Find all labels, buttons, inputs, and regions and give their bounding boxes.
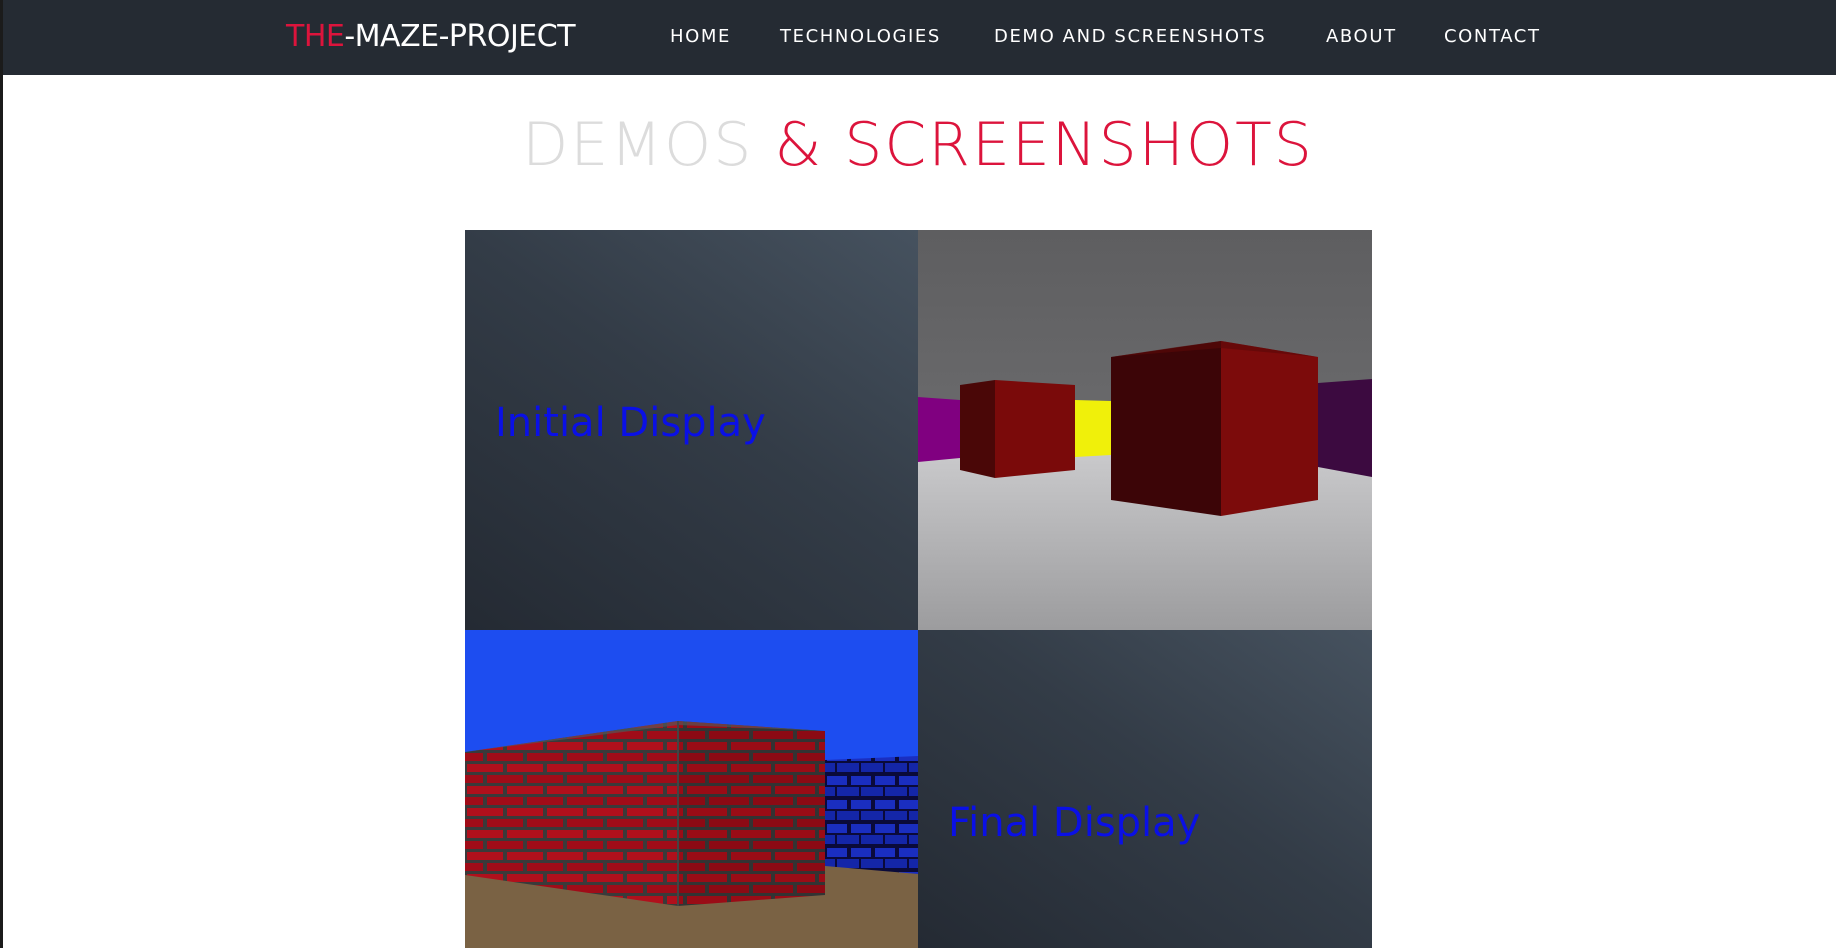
page-title-muted: DEMOS — [522, 110, 754, 180]
final-display-label: Final Display — [948, 800, 1201, 846]
final-display-tile[interactable]: Final Display — [918, 630, 1372, 948]
initial-display-tile[interactable]: Initial Display — [465, 230, 918, 630]
brick-maze-scene-image — [465, 630, 918, 948]
nav-link-demo-and-screenshots[interactable]: DEMO AND SCREENSHOTS — [994, 24, 1266, 50]
navbar: THE-MAZE-PROJECT HOME TECHNOLOGIES DEMO … — [3, 0, 1836, 75]
nav-link-technologies[interactable]: TECHNOLOGIES — [780, 24, 941, 50]
nav-link-contact[interactable]: CONTACT — [1444, 24, 1541, 50]
nav-link-about[interactable]: ABOUT — [1326, 24, 1397, 50]
screenshot-brick-maze[interactable] — [465, 630, 918, 948]
page-title: DEMOS & SCREENSHOTS — [0, 105, 1836, 185]
page-title-accent: & SCREENSHOTS — [774, 110, 1314, 180]
nav-link-home[interactable]: HOME — [670, 24, 731, 50]
logo-prefix: THE — [286, 19, 345, 54]
site-logo[interactable]: THE-MAZE-PROJECT — [286, 18, 576, 56]
initial-display-label: Initial Display — [495, 400, 766, 446]
cubes-scene-image — [918, 230, 1372, 630]
logo-suffix: -MAZE-PROJECT — [344, 19, 576, 54]
screenshot-cubes[interactable] — [918, 230, 1372, 630]
screenshot-gallery: Initial Display Final Display — [465, 230, 1372, 948]
